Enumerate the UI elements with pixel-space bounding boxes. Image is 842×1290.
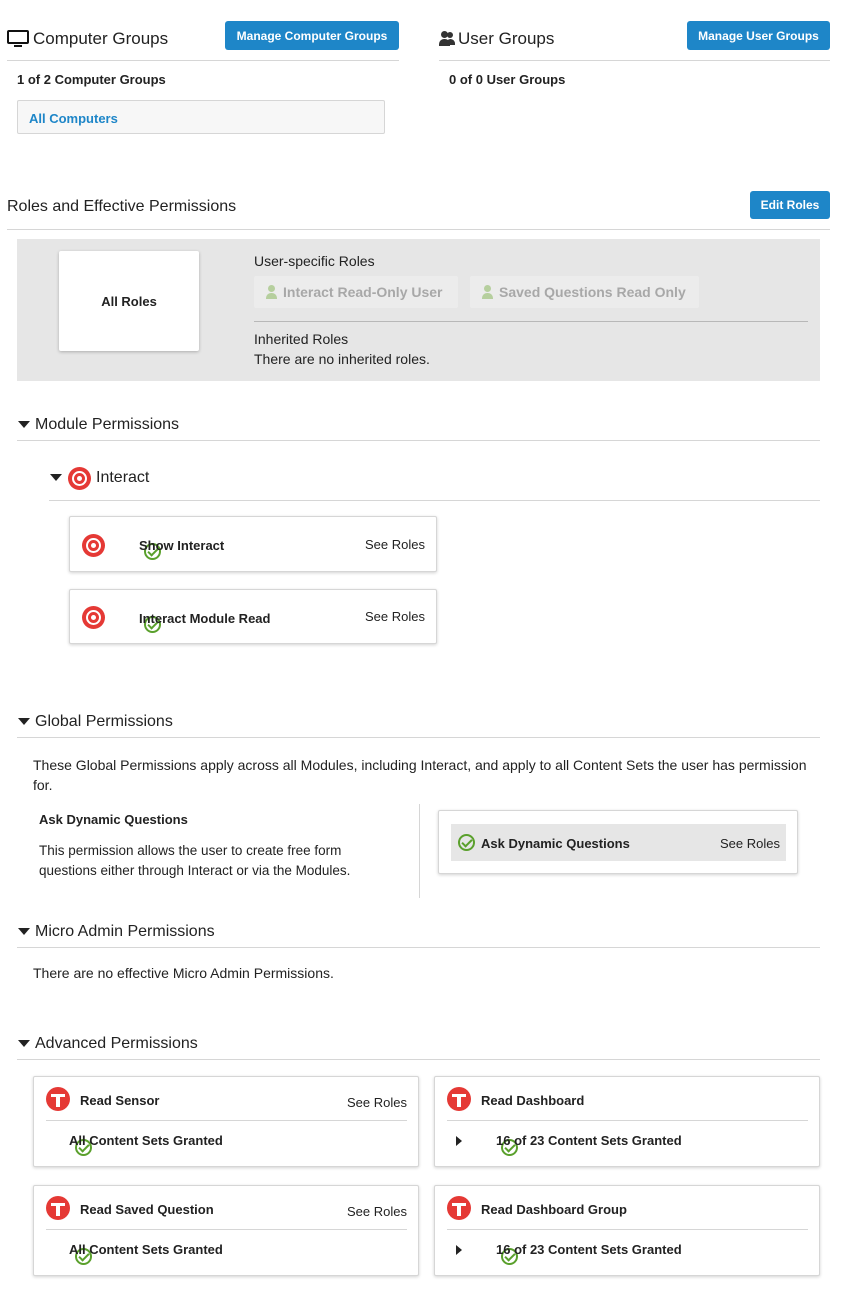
global-permissions-title: Global Permissions [35,713,173,730]
inherited-roles-label: Inherited Roles [254,331,349,347]
see-roles-link[interactable]: See Roles [347,1095,407,1110]
see-roles-link[interactable]: See Roles [365,609,425,624]
roles-title: Roles and Effective Permissions [7,198,237,215]
advanced-card-title: Read Dashboard [481,1093,585,1108]
user-groups-count: 0 of 0 User Groups [449,72,566,87]
ask-dynamic-questions-description: This permission allows the user to creat… [39,843,351,878]
computer-group-item[interactable]: All Computers [17,100,385,134]
advanced-card-title: Read Sensor [80,1093,160,1108]
advanced-permissions-title: Advanced Permissions [35,1035,198,1052]
tanium-logo-icon [46,1196,70,1220]
tanium-logo-icon [447,1087,471,1111]
micro-admin-title: Micro Admin Permissions [35,923,215,940]
global-permissions-description: These Global Permissions apply across al… [33,757,807,793]
collapse-caret-icon[interactable] [18,718,30,725]
content-sets-status[interactable]: 16 of 23 Content Sets Granted [496,1133,682,1148]
content-sets-status: All Content Sets Granted [69,1133,223,1148]
collapse-caret-icon[interactable] [18,1040,30,1047]
ask-dynamic-questions-title: Ask Dynamic Questions [39,812,188,827]
role-chip-interact-read-only[interactable]: Interact Read-Only User [254,276,458,308]
module-permissions-title: Module Permissions [35,416,180,433]
permission-label: Show Interact [139,538,225,553]
tanium-logo-icon [447,1196,471,1220]
role-chip-saved-questions-read-only[interactable]: Saved Questions Read Only [470,276,699,308]
advanced-card-read-dashboard-group: Read Dashboard Group 16 of 23 Content Se… [434,1185,820,1276]
advanced-card-title: Read Dashboard Group [481,1202,627,1217]
ask-dynamic-questions-card: Ask Dynamic Questions See Roles [438,810,798,874]
advanced-card-read-dashboard: Read Dashboard 16 of 23 Content Sets Gra… [434,1076,820,1167]
interact-module-icon [68,467,91,490]
advanced-card-read-sensor: Read Sensor See Roles All Content Sets G… [33,1076,419,1167]
user-groups-title: User Groups [458,29,555,48]
monitor-icon [7,30,29,48]
users-icon [439,31,455,47]
manage-user-groups-button[interactable]: Manage User Groups [687,21,830,50]
user-specific-roles-label: User-specific Roles [254,253,375,269]
all-roles-label[interactable]: All Roles [101,294,157,309]
expand-caret-icon[interactable] [456,1136,462,1146]
collapse-caret-icon[interactable] [18,421,30,428]
permission-label: Ask Dynamic Questions [481,836,630,851]
content-sets-status: All Content Sets Granted [69,1242,223,1257]
interact-module-name: Interact [96,469,150,486]
interact-module-icon [82,534,105,557]
permission-card-show-interact: Show Interact See Roles [69,516,437,572]
see-roles-link[interactable]: See Roles [347,1204,407,1219]
content-sets-status[interactable]: 16 of 23 Content Sets Granted [496,1242,682,1257]
edit-roles-button[interactable]: Edit Roles [750,191,830,219]
role-chip-label[interactable]: Interact Read-Only User [283,284,443,300]
all-roles-card[interactable]: All Roles [59,251,199,351]
computer-groups-title: Computer Groups [33,29,169,48]
permission-label: Interact Module Read [139,611,271,626]
micro-admin-text: There are no effective Micro Admin Permi… [33,965,334,981]
see-roles-link[interactable]: See Roles [720,836,780,851]
collapse-caret-icon[interactable] [18,928,30,935]
check-circle-icon [458,834,475,851]
tanium-logo-icon [46,1087,70,1111]
permission-card-interact-module-read: Interact Module Read See Roles [69,589,437,644]
role-chip-label[interactable]: Saved Questions Read Only [499,284,686,300]
collapse-caret-icon[interactable] [50,474,62,481]
manage-computer-groups-button[interactable]: Manage Computer Groups [225,21,399,50]
user-icon [266,285,278,299]
expand-caret-icon[interactable] [456,1245,462,1255]
user-icon [482,285,494,299]
interact-module-icon [82,606,105,629]
computer-groups-count: 1 of 2 Computer Groups [17,72,166,87]
inherited-roles-text: There are no inherited roles. [254,351,430,367]
computer-group-item-label[interactable]: All Computers [29,111,118,126]
advanced-card-read-saved-question: Read Saved Question See Roles All Conten… [33,1185,419,1276]
see-roles-link[interactable]: See Roles [365,537,425,552]
advanced-card-title: Read Saved Question [80,1202,214,1217]
